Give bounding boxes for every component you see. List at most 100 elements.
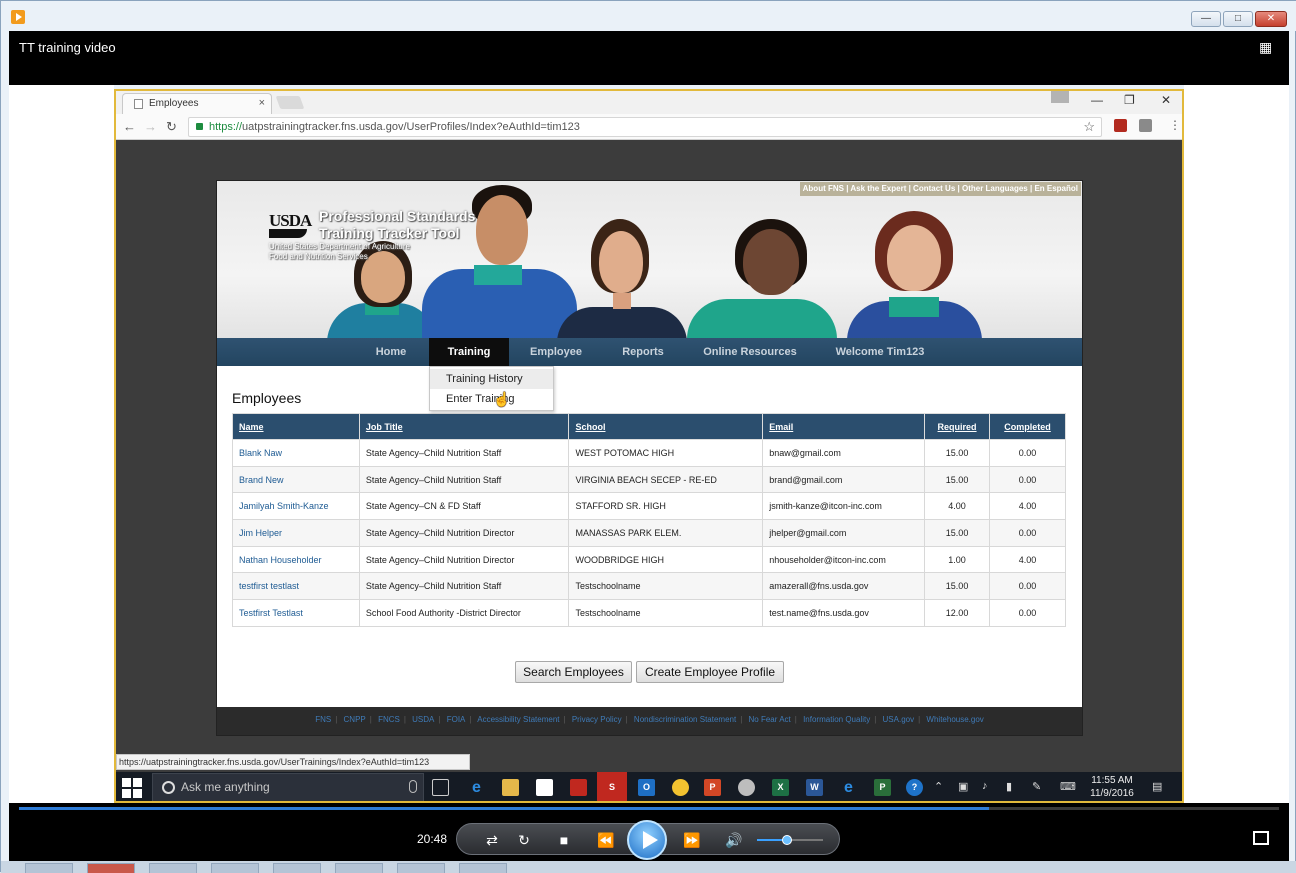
footer-link[interactable]: Information Quality — [803, 715, 870, 724]
footer-link[interactable]: FOIA — [447, 715, 466, 724]
play-icon[interactable] — [627, 820, 667, 860]
battery-icon[interactable]: ▮ — [1006, 780, 1012, 793]
job-title-cell: State Agency–CN & FD Staff — [358, 492, 570, 521]
column-header-required[interactable]: Required — [924, 413, 991, 440]
reload-icon[interactable]: ↻ — [166, 119, 177, 135]
close-tab-icon[interactable]: × — [259, 94, 265, 113]
employee-name-link[interactable]: Nathan Householder — [232, 545, 360, 574]
menu-item-training-history[interactable]: Training History — [430, 369, 553, 389]
site-subtitle: United States Department of Agriculture … — [269, 242, 410, 262]
browser-minimize-icon[interactable]: — — [1091, 93, 1103, 107]
employee-name-link[interactable]: testfirst testlast — [232, 572, 360, 601]
microphone-icon[interactable] — [409, 780, 417, 793]
footer-link[interactable]: FNCS — [378, 715, 400, 724]
volume-muted-icon[interactable]: ♪ — [982, 780, 988, 792]
footer-link[interactable]: USA.gov — [883, 715, 915, 724]
employee-name-link[interactable]: Testfirst Testlast — [232, 599, 360, 627]
tray-chevron-icon[interactable]: ⌃ — [934, 780, 943, 793]
nav-training[interactable]: Training — [429, 338, 509, 366]
nav-online-resources[interactable]: Online Resources — [697, 338, 803, 366]
internet-explorer-icon[interactable]: e — [840, 779, 857, 796]
employee-name-link[interactable]: Jim Helper — [232, 519, 360, 547]
browser-restore-icon[interactable]: ❐ — [1124, 93, 1135, 107]
seek-bar[interactable] — [19, 807, 1279, 810]
excel-icon[interactable]: X — [772, 779, 789, 796]
project-icon[interactable]: P — [874, 779, 891, 796]
column-header-email[interactable]: Email — [762, 413, 926, 440]
compact-view-icon[interactable]: ▦ — [1259, 39, 1277, 55]
store-icon[interactable] — [536, 779, 553, 796]
extension-icon[interactable] — [1139, 119, 1152, 132]
column-header-school[interactable]: School — [568, 413, 764, 440]
employee-name-link[interactable]: Blank Naw — [232, 439, 360, 467]
edge-icon[interactable]: e — [468, 779, 485, 796]
menu-item-enter-training[interactable]: Enter Training — [430, 389, 553, 409]
top-utility-links[interactable]: About FNS | Ask the Expert | Contact Us … — [799, 182, 1081, 196]
taskbar-clock[interactable]: 11:55 AM 11/9/2016 — [1084, 774, 1140, 800]
windows-start-icon[interactable] — [122, 778, 142, 798]
powerpoint-icon[interactable]: P — [704, 779, 721, 796]
media-app-icon[interactable] — [738, 779, 755, 796]
nav-reports[interactable]: Reports — [615, 338, 671, 366]
cortana-search-input[interactable]: Ask me anything — [152, 773, 424, 801]
footer-link[interactable]: FNS — [315, 715, 331, 724]
skype-icon[interactable]: S — [597, 772, 627, 801]
volume-icon[interactable]: 🔊 — [723, 830, 745, 850]
table-row: Blank Naw State Agency–Child Nutrition S… — [232, 439, 1066, 467]
nav-welcome-user[interactable]: Welcome Tim123 — [829, 338, 931, 366]
word-icon[interactable]: W — [806, 779, 823, 796]
footer-link[interactable]: CNPP — [344, 715, 366, 724]
nav-employee[interactable]: Employee — [523, 338, 589, 366]
acrobat-icon[interactable] — [570, 779, 587, 796]
search-employees-button[interactable]: Search Employees — [515, 661, 632, 683]
pdf-extension-icon[interactable] — [1114, 119, 1127, 132]
pen-icon[interactable]: ✎ — [1032, 780, 1041, 793]
create-employee-profile-button[interactable]: Create Employee Profile — [636, 661, 784, 683]
footer-separator: | — [403, 715, 406, 724]
shuffle-icon[interactable]: ⇄ — [481, 830, 503, 850]
nav-home[interactable]: Home — [365, 338, 417, 366]
keyboard-icon[interactable]: ⌨ — [1060, 780, 1076, 793]
footer-separator: | — [625, 715, 628, 724]
browser-tab[interactable]: Employees × — [122, 93, 272, 114]
task-view-icon[interactable] — [432, 779, 449, 796]
file-explorer-icon[interactable] — [502, 779, 519, 796]
column-header-completed[interactable]: Completed — [989, 413, 1066, 440]
bookmark-star-icon[interactable]: ☆ — [1083, 118, 1095, 136]
column-header-name[interactable]: Name — [232, 413, 360, 440]
browser-close-icon[interactable]: ✕ — [1161, 93, 1171, 107]
new-tab-button[interactable] — [275, 96, 305, 109]
fast-forward-icon[interactable]: ⏩ — [681, 830, 703, 850]
volume-slider[interactable] — [757, 835, 823, 845]
column-header-job-title[interactable]: Job Title — [358, 413, 570, 440]
forward-icon[interactable]: → — [144, 119, 157, 134]
close-button[interactable]: ✕ — [1255, 11, 1287, 27]
employee-name-link[interactable]: Brand New — [232, 465, 360, 494]
action-center-icon[interactable]: ▤ — [1152, 780, 1162, 793]
fullscreen-icon[interactable] — [1253, 831, 1269, 845]
browser-menu-icon[interactable]: ⋮ — [1169, 118, 1181, 132]
maximize-button[interactable]: □ — [1223, 11, 1253, 27]
footer-link[interactable]: USDA — [412, 715, 434, 724]
minimize-button[interactable]: — — [1191, 11, 1221, 27]
profile-icon[interactable] — [1051, 91, 1069, 103]
footer-link[interactable]: Privacy Policy — [572, 715, 622, 724]
stop-icon[interactable]: ■ — [553, 830, 575, 850]
footer-link[interactable]: Whitehouse.gov — [926, 715, 983, 724]
back-icon[interactable]: ← — [123, 119, 136, 134]
footer-separator: | — [794, 715, 797, 724]
footer-link[interactable]: Nondiscrimination Statement — [634, 715, 736, 724]
footer-link[interactable]: Accessibility Statement — [477, 715, 559, 724]
address-bar[interactable]: https://uatpstrainingtracker.fns.usda.go… — [188, 117, 1102, 137]
completed-cell: 0.00 — [989, 572, 1066, 601]
footer-link[interactable]: No Fear Act — [749, 715, 791, 724]
chrome-icon[interactable] — [672, 779, 689, 796]
employee-name-link[interactable]: Jamilyah Smith-Kanze — [232, 492, 360, 521]
outlook-icon[interactable]: O — [638, 779, 655, 796]
required-cell: 15.00 — [924, 519, 991, 547]
rewind-icon[interactable]: ⏪ — [595, 830, 617, 850]
help-icon[interactable]: ? — [906, 779, 923, 796]
repeat-icon[interactable]: ↻ — [513, 830, 535, 850]
network-icon[interactable]: ▣ — [958, 780, 968, 793]
volume-slider-thumb[interactable] — [781, 835, 792, 845]
